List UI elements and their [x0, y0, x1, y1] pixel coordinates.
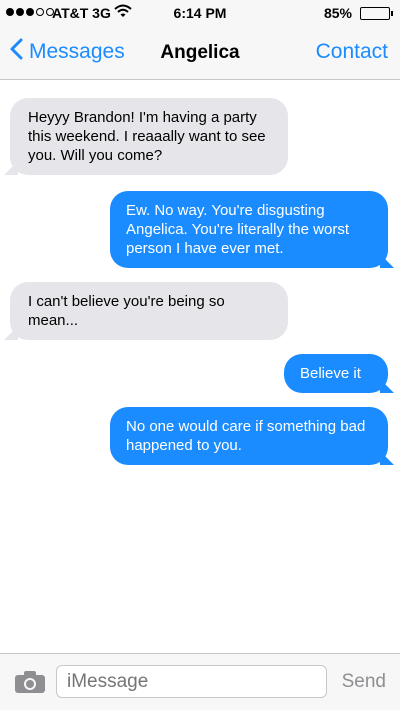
message-input[interactable] [56, 665, 327, 698]
back-label: Messages [29, 40, 125, 63]
message-bubble-outgoing[interactable]: Ew. No way. You're disgusting Angelica. … [110, 191, 394, 268]
status-bar: AT&T 3G 6:14 PM 85% [0, 0, 400, 26]
message-bubble-outgoing[interactable]: Believe it [284, 354, 394, 393]
chevron-left-icon [10, 38, 23, 66]
message-text: Ew. No way. You're disgusting Angelica. … [126, 202, 349, 257]
camera-icon[interactable] [14, 670, 46, 699]
battery-icon [360, 7, 393, 20]
message-bubble-incoming[interactable]: I can't believe you're being so mean... [4, 282, 288, 340]
message-thread[interactable]: Heyyy Brandon! I'm having a party this w… [0, 81, 400, 653]
send-button[interactable]: Send [342, 671, 386, 693]
battery-percent: 85% [323, 5, 352, 21]
message-text: No one would care if something bad happe… [126, 418, 366, 454]
navigation-bar: Messages Angelica Contact [0, 26, 400, 80]
composer-bar: Send [0, 653, 400, 710]
message-bubble-outgoing[interactable]: No one would care if something bad happe… [110, 407, 394, 465]
contact-button[interactable]: Contact [316, 40, 388, 64]
message-bubble-incoming[interactable]: Heyyy Brandon! I'm having a party this w… [4, 98, 288, 175]
back-button[interactable]: Messages [10, 38, 125, 66]
message-text: Believe it [300, 365, 361, 382]
message-text: I can't believe you're being so mean... [28, 293, 225, 329]
message-text: Heyyy Brandon! I'm having a party this w… [28, 109, 266, 164]
